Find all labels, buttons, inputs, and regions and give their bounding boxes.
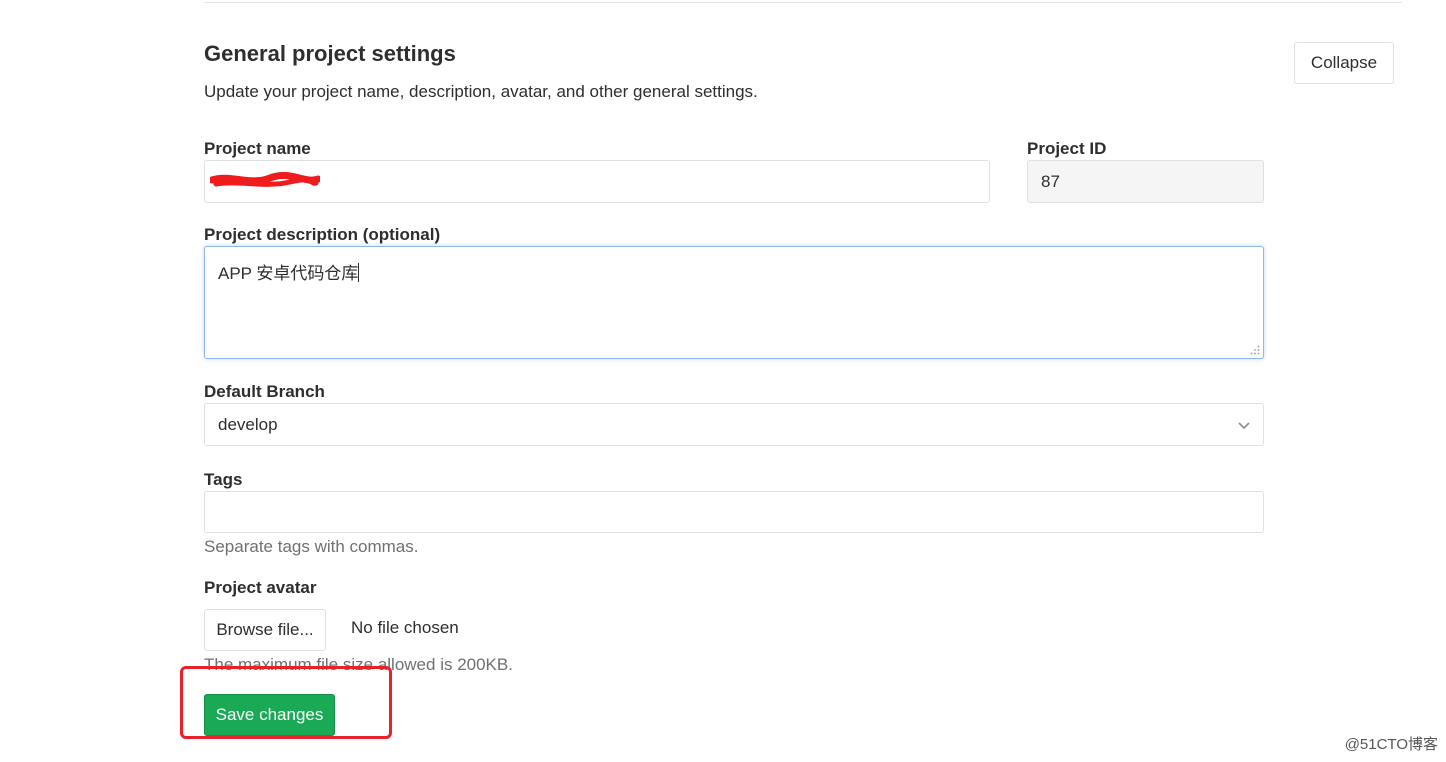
top-divider bbox=[204, 2, 1402, 3]
project-description-value: APP 安卓代码仓库 bbox=[218, 264, 359, 283]
project-id-value: 87 bbox=[1041, 171, 1060, 191]
section-description: Update your project name, description, a… bbox=[204, 82, 758, 101]
project-id-field: 87 bbox=[1027, 160, 1264, 203]
collapse-button[interactable]: Collapse bbox=[1294, 42, 1394, 84]
watermark: @51CTO博客 bbox=[1344, 736, 1438, 753]
project-id-label: Project ID bbox=[1027, 139, 1107, 158]
project-name-input[interactable] bbox=[204, 160, 990, 203]
tags-label: Tags bbox=[204, 470, 243, 489]
tags-help-text: Separate tags with commas. bbox=[204, 537, 419, 556]
section-title: General project settings bbox=[204, 41, 456, 66]
text-caret bbox=[358, 263, 360, 282]
project-description-textarea[interactable]: APP 安卓代码仓库 bbox=[204, 246, 1264, 359]
project-description-label: Project description (optional) bbox=[204, 225, 441, 244]
default-branch-label: Default Branch bbox=[204, 382, 325, 401]
resize-grip-icon[interactable] bbox=[1250, 345, 1260, 355]
default-branch-select[interactable]: develop bbox=[204, 403, 1264, 446]
browse-file-button[interactable]: Browse file... bbox=[204, 609, 326, 651]
project-name-label: Project name bbox=[204, 139, 311, 158]
annotation-highlight-box bbox=[180, 666, 392, 739]
tags-input[interactable] bbox=[204, 491, 1264, 533]
project-avatar-label: Project avatar bbox=[204, 578, 317, 597]
default-branch-value: develop bbox=[218, 414, 278, 434]
chevron-down-icon bbox=[1238, 422, 1250, 430]
file-status-text: No file chosen bbox=[351, 618, 459, 637]
redaction-scribble bbox=[210, 171, 320, 187]
